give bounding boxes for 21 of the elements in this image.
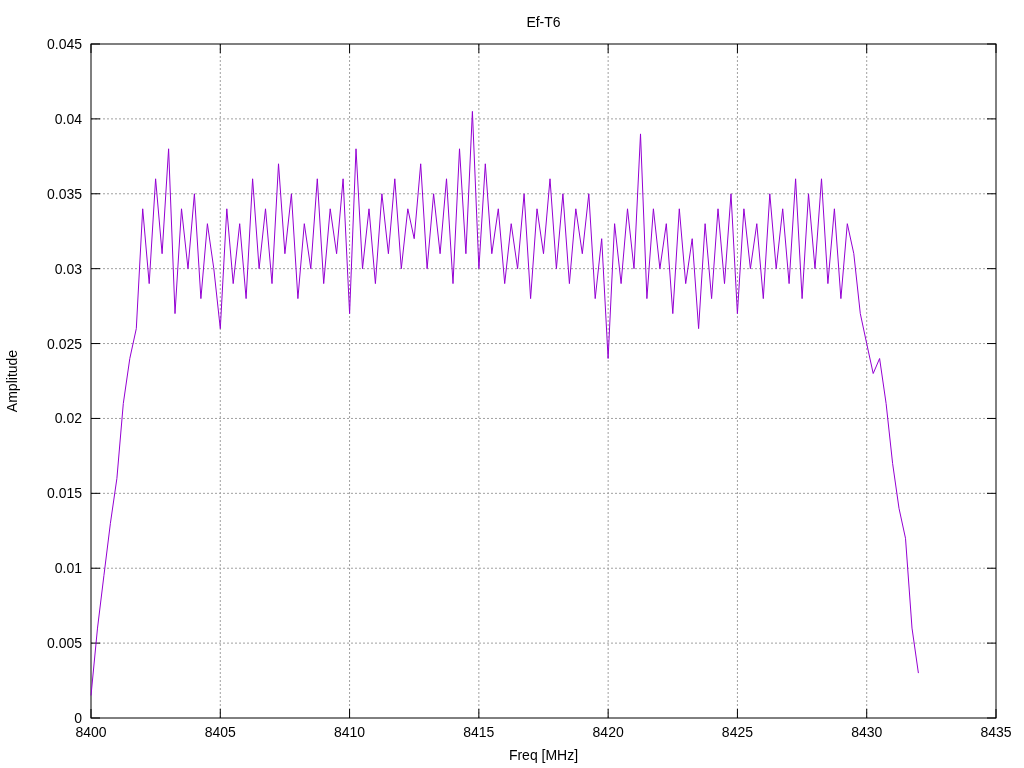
tick-label: 0.005 xyxy=(46,635,82,652)
tick-label: 0.02 xyxy=(54,410,82,427)
tick-label: 0.025 xyxy=(46,335,82,352)
tick-label: 0 xyxy=(74,710,82,726)
chart-title: Ef-T6 xyxy=(526,14,561,30)
x-axis-label: Freq [MHz] xyxy=(508,747,579,763)
tick-label: 0.035 xyxy=(46,185,82,202)
tick-label: 8410 xyxy=(334,724,366,740)
tick-label: 0.04 xyxy=(54,110,82,127)
y-axis-label: Amplitude xyxy=(4,349,20,413)
tick-label: 8415 xyxy=(463,724,495,740)
tick-label: 8400 xyxy=(75,724,107,740)
tick-label: 8405 xyxy=(204,724,236,740)
tick-label: 8420 xyxy=(592,724,624,740)
tick-label: 8425 xyxy=(721,724,753,740)
tick-label: 0.01 xyxy=(54,560,82,577)
tick-label: 8430 xyxy=(851,724,883,740)
tick-label: 8435 xyxy=(980,724,1012,740)
tick-label: 0.03 xyxy=(54,260,82,277)
tick-label: 0.015 xyxy=(46,485,82,502)
tick-label: 0.045 xyxy=(46,36,82,52)
